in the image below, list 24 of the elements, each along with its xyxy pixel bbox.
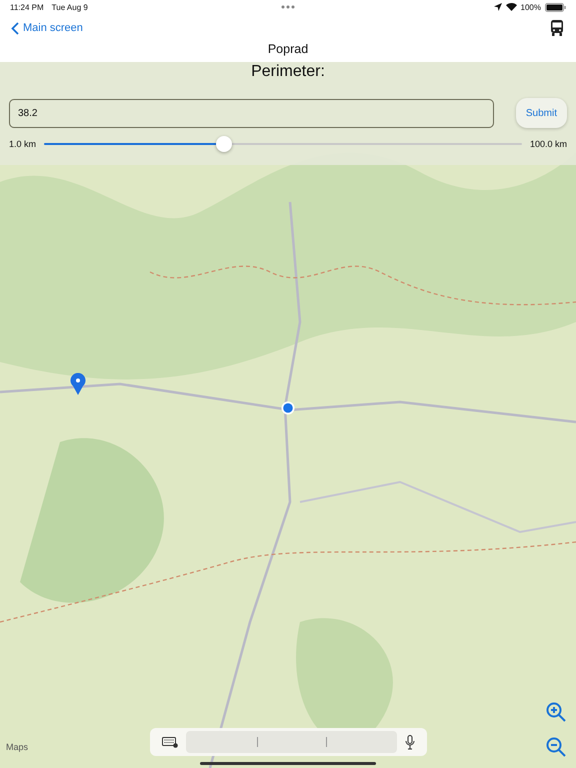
battery-percentage: 100% — [520, 2, 541, 12]
perimeter-heading: Perimeter: — [251, 63, 325, 81]
slider-thumb[interactable] — [216, 136, 232, 152]
back-button[interactable]: Main screen — [11, 22, 83, 34]
zoom-out-icon[interactable] — [546, 737, 566, 757]
status-time: 11:24 PM — [10, 2, 44, 12]
location-arrow-icon — [494, 3, 502, 11]
zoom-in-icon[interactable] — [546, 702, 566, 722]
battery-icon — [545, 2, 566, 12]
status-date: Tue Aug 9 — [52, 2, 88, 12]
slider-min-label: 1.0 km — [9, 139, 36, 149]
screen-title: Poprad — [268, 42, 308, 56]
chevron-left-icon — [11, 22, 19, 34]
map-pin-icon[interactable] — [70, 373, 86, 395]
multitasking-dots-icon — [281, 5, 295, 9]
microphone-icon[interactable] — [405, 734, 415, 750]
user-location-icon — [281, 401, 295, 415]
wifi-icon — [506, 3, 517, 11]
keyboard-icon[interactable] — [162, 736, 178, 748]
maps-attribution: Maps — [6, 742, 28, 752]
perimeter-input-field[interactable]: 38.2 — [9, 98, 494, 128]
submit-button[interactable]: Submit — [516, 98, 567, 128]
slider-max-label: 100.0 km — [530, 139, 567, 149]
bus-icon[interactable] — [550, 20, 564, 36]
